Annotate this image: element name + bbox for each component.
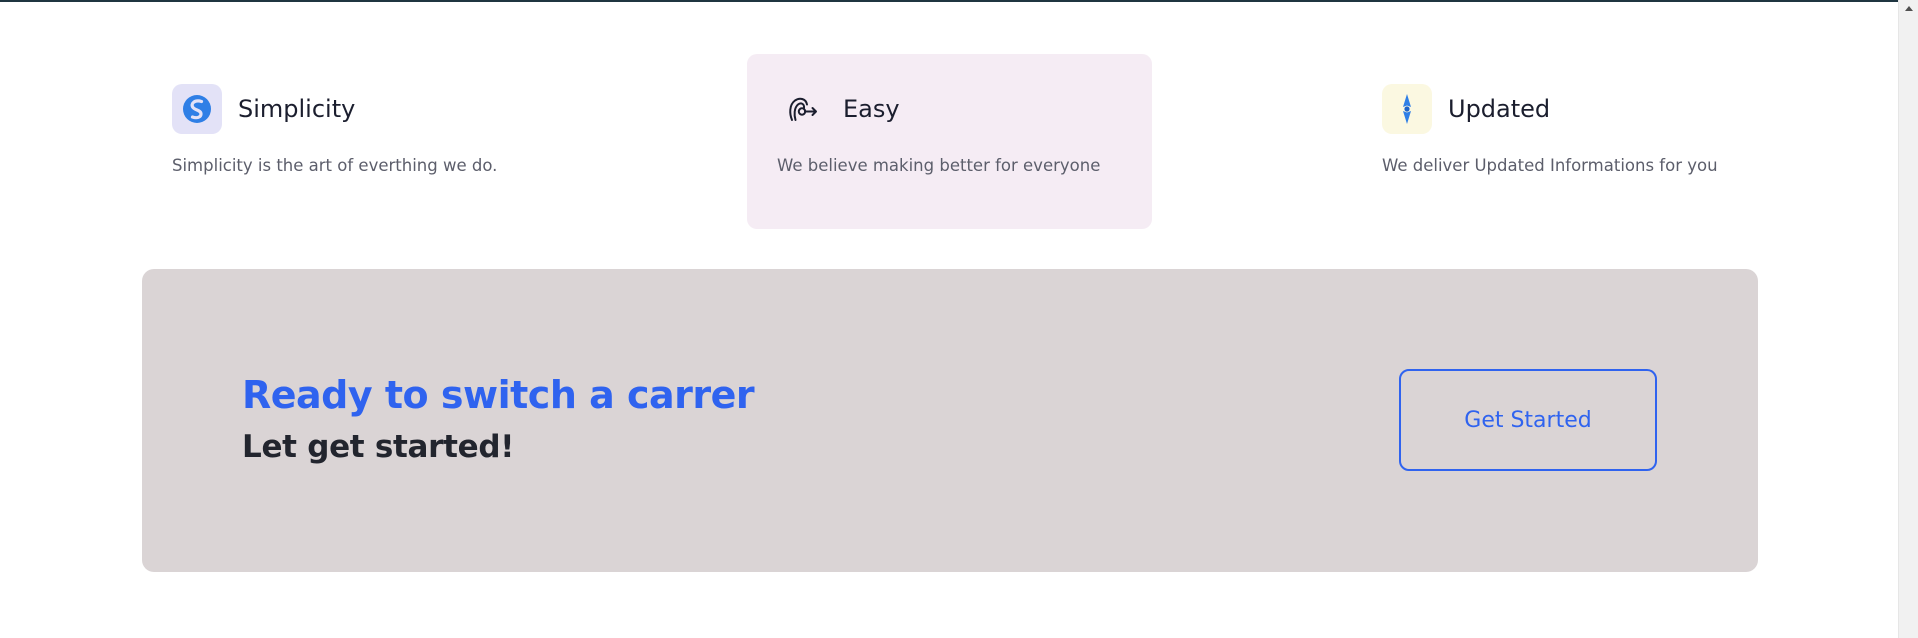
scroll-up-arrow-icon[interactable] bbox=[1899, 0, 1918, 17]
feature-card-easy: Easy We believe making better for everyo… bbox=[747, 54, 1152, 229]
feature-header: Easy bbox=[777, 84, 900, 134]
feature-description: Simplicity is the art of everthing we do… bbox=[172, 156, 498, 175]
feature-card-simplicity: Simplicity Simplicity is the art of ever… bbox=[145, 54, 545, 229]
feature-description: We deliver Updated Informations for you bbox=[1382, 156, 1718, 175]
feature-header: Simplicity bbox=[172, 84, 355, 134]
feature-description: We believe making better for everyone bbox=[777, 156, 1101, 175]
feature-title: Simplicity bbox=[238, 95, 356, 123]
top-border bbox=[0, 0, 1898, 2]
spiral-arrow-icon bbox=[777, 84, 827, 134]
feature-title: Easy bbox=[843, 95, 900, 123]
feature-title: Updated bbox=[1448, 95, 1551, 123]
cta-subheading: Let get started! bbox=[242, 429, 515, 465]
compass-needle-icon bbox=[1382, 84, 1432, 134]
feature-card-updated: Updated We deliver Updated Informations … bbox=[1355, 54, 1795, 229]
cta-banner: Ready to switch a carrer Let get started… bbox=[142, 269, 1758, 572]
feature-header: Updated bbox=[1382, 84, 1550, 134]
cta-heading: Ready to switch a carrer bbox=[242, 373, 755, 417]
get-started-button[interactable]: Get Started bbox=[1399, 369, 1657, 471]
simplenote-logo-icon bbox=[172, 84, 222, 134]
vertical-scrollbar[interactable] bbox=[1898, 0, 1918, 638]
